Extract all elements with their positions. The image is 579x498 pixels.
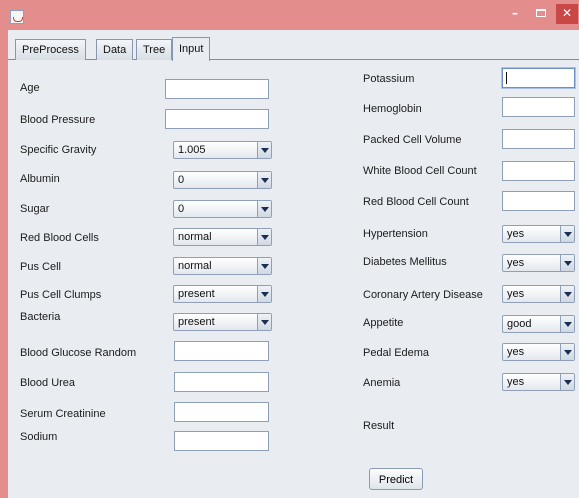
coronary-artery-disease-label: Coronary Artery Disease [363,289,483,301]
albumin-label: Albumin [20,173,60,185]
pus-cell-value: normal [178,260,212,272]
blood-urea-label: Blood Urea [20,377,76,389]
text-caret [506,72,507,84]
specific-gravity-label: Specific Gravity [20,144,97,156]
red-blood-cell-count-field[interactable] [502,191,575,211]
bacteria-select[interactable]: present [173,313,272,331]
hypertension-select[interactable]: yes [502,225,575,243]
chevron-down-icon [560,316,574,332]
chevron-down-icon [257,258,271,274]
chevron-down-icon [560,374,574,390]
hypertension-value: yes [507,228,525,240]
blood-urea-field[interactable] [174,372,269,392]
red-blood-cell-count-label: Red Blood Cell Count [363,196,469,208]
pedal-edema-value: yes [507,346,525,358]
diabetes-mellitus-select[interactable]: yes [502,254,575,272]
white-blood-cell-count-label: White Blood Cell Count [363,165,477,177]
blood-pressure-label: Blood Pressure [20,114,96,126]
sugar-value: 0 [178,203,185,215]
chevron-down-icon [257,229,271,245]
packed-cell-volume-label: Packed Cell Volume [363,134,462,146]
tab-input[interactable]: Input [172,37,211,61]
tab-bar: PreProcess Data Tree Input [8,30,579,61]
appetite-label: Appetite [363,317,404,329]
tab-tree[interactable]: Tree [136,39,173,60]
coronary-artery-disease-value: yes [507,288,525,300]
albumin-value: 0 [178,174,185,186]
input-panel: Age Blood Pressure Specific Gravity 1.00… [8,61,579,498]
potassium-label: Potassium [363,73,415,85]
pus-cell-label: Pus Cell [20,261,61,273]
specific-gravity-select[interactable]: 1.005 [173,141,272,159]
age-label: Age [20,82,40,94]
chevron-down-icon [257,314,271,330]
blood-pressure-field[interactable] [165,109,269,129]
maximize-icon [536,9,546,17]
specific-gravity-value: 1.005 [178,144,206,156]
anemia-label: Anemia [363,377,401,389]
chevron-down-icon [257,286,271,302]
pus-cell-clumps-value: present [178,288,215,300]
window-content: PreProcess Data Tree Input Age Blood Pre… [8,30,579,498]
appetite-value: good [507,318,532,330]
tab-data[interactable]: Data [96,39,134,60]
serum-creatinine-field[interactable] [174,402,269,422]
anemia-select[interactable]: yes [502,373,575,391]
anemia-value: yes [507,376,525,388]
java-icon [10,10,24,24]
blood-glucose-random-label: Blood Glucose Random [20,347,137,359]
appetite-select[interactable]: good [502,315,575,333]
pus-cell-clumps-select[interactable]: present [173,285,272,303]
chevron-down-icon [560,286,574,302]
bacteria-label: Bacteria [20,311,61,323]
pus-cell-select[interactable]: normal [173,257,272,275]
predict-button[interactable]: Predict [369,468,423,490]
chevron-down-icon [257,201,271,217]
result-label: Result [363,420,395,432]
sodium-field[interactable] [174,431,269,451]
hypertension-label: Hypertension [363,228,428,240]
packed-cell-volume-field[interactable] [502,129,575,149]
serum-creatinine-label: Serum Creatinine [20,408,106,420]
pedal-edema-label: Pedal Edema [363,347,430,359]
blood-glucose-random-field[interactable] [174,341,269,361]
hemoglobin-field[interactable] [502,97,575,117]
diabetes-mellitus-value: yes [507,257,525,269]
red-blood-cells-label: Red Blood Cells [20,232,99,244]
chevron-down-icon [560,344,574,360]
diabetes-mellitus-label: Diabetes Mellitus [363,256,447,268]
pus-cell-clumps-label: Pus Cell Clumps [20,289,102,301]
chevron-down-icon [560,226,574,242]
close-button[interactable]: ✕ [556,4,578,24]
maximize-button[interactable] [528,4,554,24]
minimize-button[interactable]: – [502,4,528,24]
potassium-field[interactable] [502,68,575,88]
pedal-edema-select[interactable]: yes [502,343,575,361]
chevron-down-icon [257,172,271,188]
coronary-artery-disease-select[interactable]: yes [502,285,575,303]
age-field[interactable] [165,79,269,99]
sugar-label: Sugar [20,203,50,215]
bacteria-value: present [178,316,215,328]
sugar-select[interactable]: 0 [173,200,272,218]
app-window: – ✕ PreProcess Data Tree Input Age Blood… [0,0,579,498]
chevron-down-icon [560,255,574,271]
red-blood-cells-select[interactable]: normal [173,228,272,246]
red-blood-cells-value: normal [178,231,212,243]
title-bar[interactable]: – ✕ [0,0,579,30]
white-blood-cell-count-field[interactable] [502,161,575,181]
chevron-down-icon [257,142,271,158]
hemoglobin-label: Hemoglobin [363,103,422,115]
tab-preprocess[interactable]: PreProcess [15,39,86,60]
sodium-label: Sodium [20,431,58,443]
albumin-select[interactable]: 0 [173,171,272,189]
